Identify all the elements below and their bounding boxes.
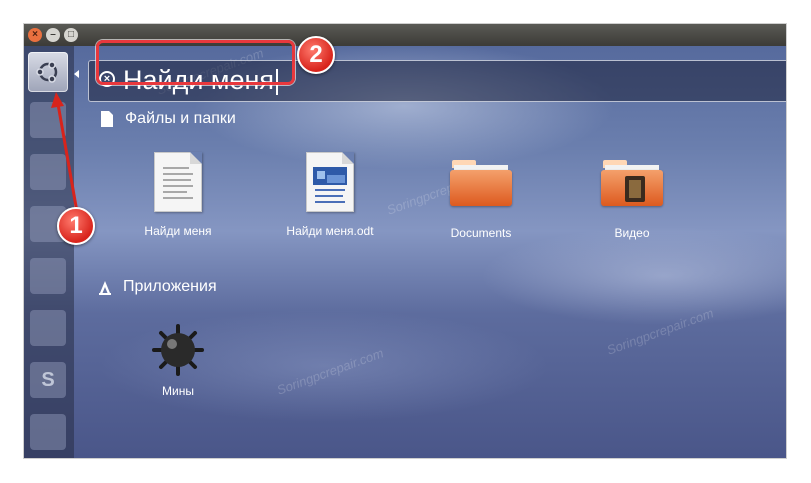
pointer-arrow [51,92,79,213]
step-badge-2: 2 [297,36,335,74]
step-badge-1: 1 [57,207,95,245]
